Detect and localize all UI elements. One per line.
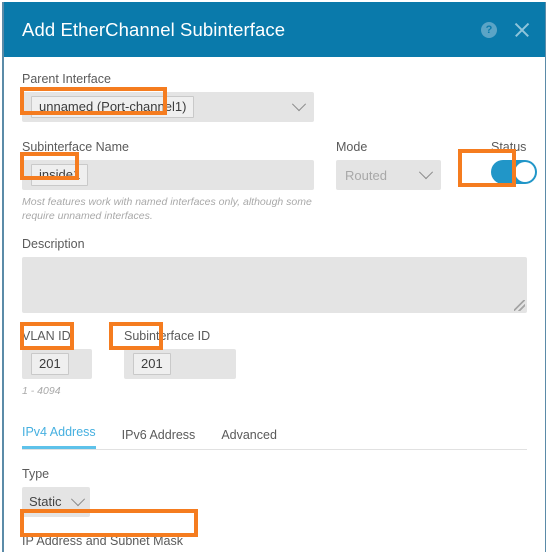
type-value: Static — [29, 494, 62, 510]
status-label: Status — [491, 140, 527, 154]
dialog-body: Parent Interface unnamed (Port-channel1)… — [4, 57, 545, 552]
subinterface-name-value: inside1 — [31, 164, 89, 186]
titlebar-actions: ? — [481, 21, 531, 39]
mode-select[interactable]: Routed — [336, 160, 441, 190]
type-select[interactable]: Static — [22, 486, 90, 517]
subinterface-id-input[interactable]: 201 — [124, 349, 236, 380]
subinterface-name-input[interactable]: inside1 — [22, 160, 314, 190]
mode-value: Routed — [345, 167, 387, 183]
ip-address-label: IP Address and Subnet Mask — [22, 533, 183, 548]
chevron-down-icon — [291, 97, 307, 112]
description-section: Description — [22, 237, 527, 314]
vlan-subid-row: VLAN ID 201 1 - 4094 Subinterface ID 201 — [22, 329, 527, 398]
chevron-down-icon — [70, 491, 86, 506]
subinterface-name-hint: Most features work with named interfaces… — [22, 196, 312, 223]
parent-interface-label: Parent Interface — [22, 72, 111, 86]
tab-ipv4-address[interactable]: IPv4 Address — [22, 425, 96, 449]
subinterface-id-label: Subinterface ID — [124, 329, 211, 344]
parent-interface-value: unnamed (Port-channel1) — [31, 96, 195, 118]
address-tabs: IPv4 Address IPv6 Address Advanced — [22, 421, 527, 450]
type-section: Type Static — [22, 467, 527, 517]
name-mode-status-row: Subinterface Name inside1 Most features … — [22, 140, 537, 223]
dialog-title: Add EtherChannel Subinterface — [22, 18, 286, 40]
resize-handle-icon[interactable] — [514, 300, 525, 312]
vlan-id-label: VLAN ID — [22, 329, 71, 344]
vlan-id-section: VLAN ID 201 1 - 4094 — [22, 329, 92, 398]
vlan-id-input[interactable]: 201 — [22, 349, 92, 380]
vlan-id-value: 201 — [31, 353, 69, 376]
mode-section: Mode Routed — [336, 140, 441, 223]
vlan-id-hint: 1 - 4094 — [22, 385, 61, 398]
mode-label: Mode — [336, 140, 368, 154]
tab-advanced[interactable]: Advanced — [221, 428, 277, 449]
parent-interface-section: Parent Interface unnamed (Port-channel1) — [22, 57, 527, 122]
toggle-knob — [515, 162, 535, 182]
help-icon[interactable]: ? — [481, 21, 497, 38]
status-section: Status — [491, 140, 537, 223]
subinterface-id-section: Subinterface ID 201 — [124, 329, 236, 398]
description-textarea[interactable] — [22, 257, 527, 314]
description-label: Description — [22, 237, 85, 252]
close-icon[interactable] — [513, 21, 531, 39]
status-toggle[interactable] — [491, 160, 537, 184]
subinterface-name-section: Subinterface Name inside1 Most features … — [22, 140, 314, 223]
subinterface-name-label: Subinterface Name — [22, 140, 130, 154]
type-label: Type — [22, 466, 50, 481]
add-etherchannel-subinterface-dialog: Add EtherChannel Subinterface ? Parent I… — [2, 2, 546, 552]
dialog-titlebar: Add EtherChannel Subinterface ? — [4, 2, 545, 57]
parent-interface-select[interactable]: unnamed (Port-channel1) — [22, 92, 314, 122]
subinterface-id-value: 201 — [133, 353, 171, 376]
tab-ipv6-address[interactable]: IPv6 Address — [122, 428, 196, 449]
ip-address-section: IP Address and Subnet Mask 192.168.201.1… — [22, 534, 527, 552]
chevron-down-icon — [418, 165, 434, 180]
